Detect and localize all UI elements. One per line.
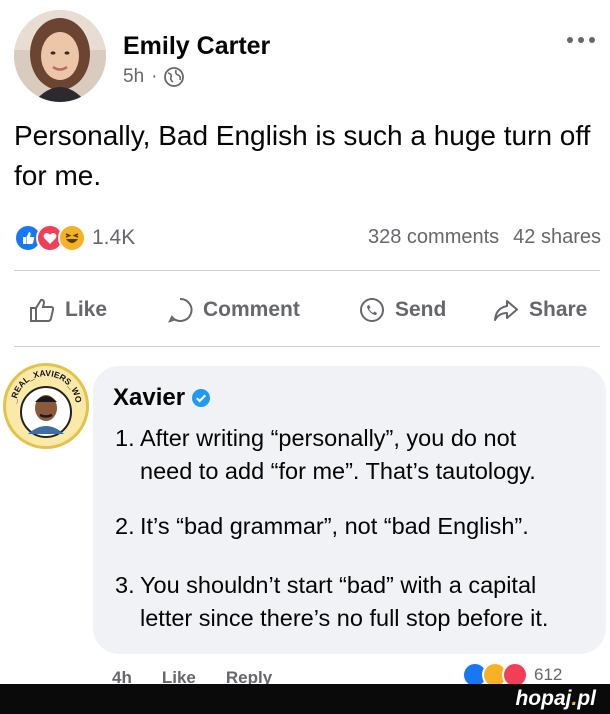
send-button[interactable]: Send bbox=[358, 288, 446, 332]
messenger-icon bbox=[360, 298, 384, 322]
author-name[interactable]: Emily Carter bbox=[123, 32, 270, 61]
comments-count[interactable]: 328 comments bbox=[368, 226, 499, 249]
reaction-summary[interactable]: 1.4K bbox=[14, 224, 135, 252]
post-header: Emily Carter 5h · bbox=[14, 10, 596, 106]
watermark-banner: hopaj.pl bbox=[0, 684, 610, 714]
comment-point-2: 2. It’s “bad grammar”, not “bad English”. bbox=[115, 513, 529, 539]
divider bbox=[14, 346, 600, 347]
post-meta: 5h · bbox=[123, 66, 185, 88]
commenter-name[interactable]: Xavier bbox=[113, 384, 185, 412]
avatar[interactable] bbox=[14, 10, 106, 102]
comment-point-3: 3. You shouldn’t start “bad” with a capit… bbox=[115, 572, 549, 631]
globe-icon bbox=[164, 67, 185, 87]
divider bbox=[14, 270, 600, 271]
more-options-button[interactable] bbox=[566, 30, 596, 44]
shares-count[interactable]: 42 shares bbox=[513, 226, 601, 249]
haha-icon bbox=[58, 224, 86, 252]
comment-label: Comment bbox=[203, 298, 300, 321]
share-button[interactable]: Share bbox=[492, 288, 587, 332]
post-stats: 1.4K 328 comments 42 shares bbox=[14, 224, 601, 254]
comment-button[interactable]: Comment bbox=[166, 288, 300, 332]
commenter-avatar[interactable]: THE_REAL_XAVIERS_WORLD bbox=[3, 363, 89, 449]
comment-reaction-count: 612 bbox=[534, 665, 563, 684]
verified-badge-icon bbox=[192, 389, 211, 407]
reaction-count: 1.4K bbox=[92, 226, 136, 249]
commenter-name-row: Xavier bbox=[113, 384, 211, 412]
thumbs-up-icon bbox=[30, 298, 55, 322]
share-label: Share bbox=[529, 298, 588, 321]
like-label: Like bbox=[65, 298, 108, 321]
action-bar: Like Comment Send Share bbox=[14, 288, 600, 332]
ellipsis-icon bbox=[567, 37, 595, 43]
post-time[interactable]: 5h bbox=[123, 66, 144, 88]
comment-point-1: 1. After writing “personally”, you do not… bbox=[115, 425, 536, 484]
send-label: Send bbox=[395, 298, 447, 321]
comment-icon bbox=[168, 297, 193, 323]
share-icon bbox=[494, 300, 518, 321]
watermark: hopaj.pl bbox=[515, 687, 596, 710]
comment-bubble: Xavier 1. After writing “personally”, you… bbox=[93, 366, 606, 654]
engagement-counts: 328 comments 42 shares bbox=[368, 226, 601, 249]
like-button[interactable]: Like bbox=[28, 288, 107, 332]
post-text: Personally, Bad English is such a huge t… bbox=[14, 120, 591, 191]
meta-separator: · bbox=[151, 66, 158, 87]
